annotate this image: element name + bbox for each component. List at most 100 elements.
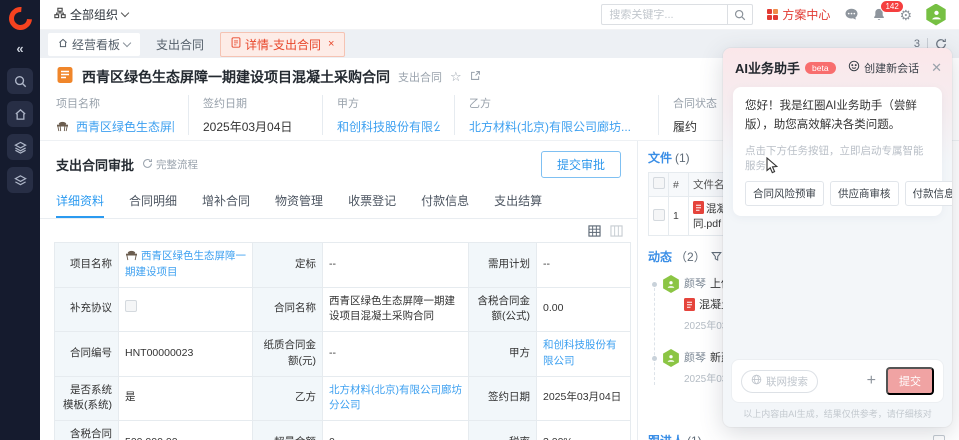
solution-center-link[interactable]: 方案中心 — [767, 6, 830, 23]
layers-icon — [14, 174, 27, 187]
ai-hint: 点击下方任务按钮，立即启动专属智能服务。 — [745, 143, 930, 173]
tab-material-mgmt[interactable]: 物资管理 — [275, 185, 323, 218]
files-title: 文件 — [648, 149, 672, 166]
table-row: 含税合同金额(元) 500,000.00 超量金额 0 税率 3.00% — [55, 421, 631, 440]
ai-welcome-card: 您好！我是红圈AI业务助手（尝鲜版），助您高效解决各类问题。 点击下方任务按钮，… — [733, 87, 942, 216]
expand-icon[interactable] — [933, 435, 945, 440]
tab-detail-expense-contract[interactable]: 详情-支出合同 × — [220, 32, 345, 57]
tab-detail-info[interactable]: 详细资料 — [56, 185, 104, 218]
tab-supplement-contract[interactable]: 增补合同 — [202, 185, 250, 218]
external-link-icon[interactable] — [470, 70, 481, 83]
home-icon — [14, 108, 27, 121]
party-a-link[interactable]: 和创科技股份有限公司 — [337, 118, 440, 135]
star-icon[interactable]: ☆ — [450, 70, 462, 83]
tab-expense-contract[interactable]: 支出合同 — [146, 33, 214, 56]
contract-type-label: 支出合同 — [398, 69, 442, 85]
screen: « 全部组织 方案中心 142 — [0, 0, 959, 440]
submit-approval-button[interactable]: 提交审批 — [541, 151, 621, 178]
bell-icon[interactable]: 142 — [872, 7, 886, 22]
table-row: 项目名称 西青区绿色生态屏障一期建设项目 定标 -- 需用计划 -- — [55, 243, 631, 288]
gear-icon[interactable]: ⚙ — [899, 8, 912, 22]
pdf-icon — [684, 298, 695, 311]
sidebar-home-button[interactable] — [7, 101, 33, 127]
ai-assistant-panel: AI业务助手 beta 创建新会话 ✕ 您好！我是红圈AI业务助手（尝鲜版），助… — [723, 48, 952, 427]
avatar — [662, 275, 680, 293]
org-selector[interactable]: 全部组织 — [54, 6, 128, 23]
solution-center-label: 方案中心 — [782, 6, 830, 23]
header-field-party-b: 乙方 北方材料(北京)有限公司廊坊... — [454, 95, 658, 135]
party-b-link[interactable]: 北方材料(北京)有限公司廊坊... — [469, 118, 631, 135]
sidebar: « — [0, 0, 40, 440]
globe-icon — [751, 374, 762, 388]
tab-contract-lines[interactable]: 合同明细 — [129, 185, 177, 218]
activity-title: 动态 — [648, 248, 672, 265]
filter-icon[interactable] — [711, 251, 722, 262]
party-a-link[interactable]: 和创科技股份有限公司 — [543, 339, 617, 367]
beta-badge: beta — [805, 62, 836, 74]
supplement-checkbox[interactable] — [125, 300, 137, 312]
task-payment-compare-button[interactable]: 付款信息比对 — [905, 181, 953, 206]
detail-tabs: 详细资料 合同明细 增补合同 物资管理 收票登记 付款信息 支出结算 — [40, 185, 637, 219]
header-field-sign-date: 签约日期 2025年03月04日 — [188, 95, 322, 135]
follower-title: 跟进人 — [648, 432, 684, 440]
org-label: 全部组织 — [70, 6, 118, 23]
close-icon[interactable]: × — [328, 38, 334, 50]
full-flow-link[interactable]: 完整流程 — [142, 157, 198, 172]
layers-icon — [14, 141, 27, 154]
project-link[interactable]: 西青区绿色生态屏障一... — [76, 118, 174, 135]
smiley-icon — [848, 60, 860, 75]
chat-icon[interactable] — [844, 7, 859, 22]
section-title: 支出合同审批 — [56, 155, 134, 174]
table-grid-icon[interactable] — [588, 225, 601, 237]
ai-panel-title: AI业务助手 — [735, 58, 800, 77]
table-row: 补充协议 合同名称 西青区绿色生态屏障一期建设项目混凝土采购合同 含税合同金额(… — [55, 287, 631, 332]
collapse-icon[interactable]: « — [16, 41, 23, 56]
follower-section: 跟进人 (1) — [648, 432, 945, 440]
sidebar-modules-button[interactable] — [7, 167, 33, 193]
table-columns-icon[interactable] — [610, 225, 623, 237]
tab-expense-settlement[interactable]: 支出结算 — [494, 185, 542, 218]
web-search-toggle[interactable]: 联网搜索 — [741, 370, 818, 393]
close-icon[interactable]: ✕ — [931, 60, 942, 76]
table-row: 是否系统模板(系统) 是 乙方 北方材料(北京)有限公司廊坊分公司 签约日期 2… — [55, 376, 631, 421]
brand-logo[interactable] — [4, 2, 36, 34]
global-search — [601, 4, 753, 25]
plus-icon[interactable]: + — [867, 373, 876, 389]
avatar[interactable] — [925, 4, 947, 26]
sidebar-apps-button[interactable] — [7, 134, 33, 160]
search-button[interactable] — [727, 5, 752, 24]
flow-icon — [142, 158, 153, 172]
task-supplier-audit-button[interactable]: 供应商审核 — [830, 181, 899, 206]
search-input[interactable] — [602, 9, 727, 21]
party-b-link[interactable]: 北方材料(北京)有限公司廊坊分公司 — [329, 384, 462, 412]
home-icon — [58, 37, 68, 51]
pdf-icon — [693, 201, 704, 214]
main-column: 支出合同审批 完整流程 提交审批 详细资料 合同明细 增补合同 物资管理 收票登… — [40, 141, 638, 440]
ai-input-bar: 联网搜索 + 提交 — [731, 359, 944, 403]
ai-submit-button[interactable]: 提交 — [886, 367, 934, 395]
project-link[interactable]: 西青区绿色生态屏障一期建设项目 — [125, 250, 246, 278]
chevron-down-icon — [123, 38, 131, 46]
tab-payment-info[interactable]: 付款信息 — [421, 185, 469, 218]
tab-dashboard[interactable]: 经营看板 — [48, 33, 140, 56]
project-icon — [56, 121, 69, 132]
new-session-button[interactable]: 创建新会话 — [848, 60, 919, 76]
task-contract-risk-button[interactable]: 合同风险预审 — [745, 181, 824, 206]
org-tree-icon — [54, 7, 66, 22]
page-title: 西青区绿色生态屏障一期建设项目混凝土采购合同 — [82, 67, 390, 87]
header-field-party-a: 甲方 和创科技股份有限公司 — [322, 95, 454, 135]
activity-count: （2） — [675, 248, 706, 265]
contract-doc-icon — [56, 66, 74, 87]
tab-invoice-register[interactable]: 收票登记 — [348, 185, 396, 218]
avatar — [662, 349, 680, 367]
chevron-down-icon — [121, 9, 129, 17]
sidebar-search-button[interactable] — [7, 68, 33, 94]
detail-table: 项目名称 西青区绿色生态屏障一期建设项目 定标 -- 需用计划 -- 补充协议 … — [54, 242, 631, 440]
select-all-checkbox[interactable] — [653, 177, 665, 189]
project-icon — [125, 250, 138, 261]
ai-greeting: 您好！我是红圈AI业务助手（尝鲜版），助您高效解决各类问题。 — [745, 97, 930, 134]
header-field-project: 项目名称 西青区绿色生态屏障一... — [56, 95, 188, 135]
files-count: (1) — [675, 151, 690, 165]
file-checkbox[interactable] — [653, 209, 665, 221]
grid-icon — [767, 9, 778, 20]
